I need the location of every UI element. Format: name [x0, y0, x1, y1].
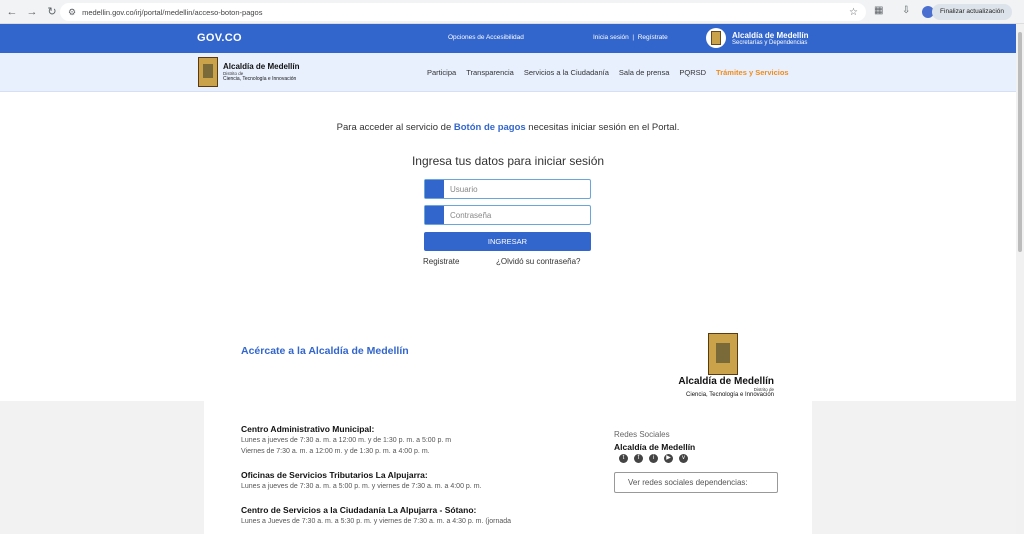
cam-line2: Viernes de 7:30 a. m. a 12:00 m. y de 1:…	[241, 448, 430, 455]
crest-icon	[198, 57, 218, 87]
reload-icon[interactable]: ↻	[44, 5, 60, 18]
footer-logo-name: Alcaldía de Medellín	[678, 376, 774, 387]
org-name: Alcaldía de Medellín	[732, 30, 809, 40]
scrollbar[interactable]	[1016, 24, 1024, 534]
menu-tramites[interactable]: Trámites y Servicios	[716, 68, 789, 77]
vimeo-icon[interactable]: v	[679, 454, 688, 463]
footer-logo-line3: Ciencia, Tecnología e Innovación	[686, 392, 774, 398]
intro-text: Para acceder al servicio de Botón de pag…	[0, 122, 1016, 133]
accessibility-link[interactable]: Opciones de Accesibilidad	[448, 34, 524, 41]
forward-icon[interactable]: →	[24, 6, 40, 18]
username-input[interactable]	[450, 184, 580, 194]
intro-after: necesitas iniciar sesión en el Portal.	[525, 122, 680, 133]
social-icons: t f i ▶ v	[619, 454, 688, 463]
servicios-line1: Lunes a Jueves de 7:30 a. m. a 5:30 p. m…	[241, 518, 512, 525]
browser-toolbar: ← → ↻ ⚙ medellin.gov.co/irj/portal/medel…	[0, 0, 1024, 24]
login-links: Inicia sesión | Regístrate	[593, 34, 668, 41]
form-title: Ingresa tus datos para iniciar sesión	[411, 154, 605, 168]
url-text: medellin.gov.co/irj/portal/medellin/acce…	[82, 7, 263, 17]
youtube-icon[interactable]: ▶	[664, 454, 673, 463]
menu-pqrsd[interactable]: PQRSD	[679, 68, 706, 77]
menu-transparencia[interactable]: Transparencia	[466, 68, 514, 77]
site-info-icon[interactable]: ⚙	[68, 7, 76, 18]
main-nav: Alcaldía de Medellín Distrito de Ciencia…	[0, 53, 1016, 92]
password-input[interactable]	[450, 210, 580, 220]
password-field	[424, 205, 591, 225]
crest-logo-icon	[708, 333, 738, 375]
login-button[interactable]: INGRESAR	[424, 232, 591, 251]
update-button[interactable]: Finalizar actualización	[932, 4, 1012, 20]
menu-servicios[interactable]: Servicios a la Ciudadanía	[524, 68, 609, 77]
intro-before: Para acceder al servicio de	[336, 122, 454, 133]
scroll-thumb[interactable]	[1018, 32, 1022, 252]
login-link[interactable]: Inicia sesión	[593, 34, 629, 41]
social-org: Alcaldía de Medellín	[614, 442, 696, 452]
intro-link[interactable]: Botón de pagos	[454, 122, 526, 133]
tributarios-heading: Oficinas de Servicios Tributarios La Alp…	[241, 470, 428, 480]
govco-logo[interactable]: GOV.CO	[197, 32, 242, 44]
org-sub: Secretarías y Dependencias	[732, 39, 808, 46]
twitter-icon[interactable]: t	[619, 454, 628, 463]
address-bar[interactable]: ⚙ medellin.gov.co/irj/portal/medellin/ac…	[60, 3, 866, 21]
logo-line3: Ciencia, Tecnología e Innovación	[223, 76, 297, 82]
social-title: Redes Sociales	[614, 430, 670, 439]
download-icon[interactable]: ⇩	[902, 5, 910, 16]
bookmark-star-icon[interactable]: ☆	[849, 7, 858, 18]
forgot-password-link[interactable]: ¿Olvidó su contraseña?	[496, 257, 581, 266]
crest-icon	[706, 28, 726, 48]
lock-icon	[425, 206, 444, 224]
separator: |	[632, 34, 635, 41]
cam-heading: Centro Administrativo Municipal:	[241, 424, 375, 434]
register-link[interactable]: Regístrate	[638, 34, 668, 41]
footer-logo: Alcaldía de Medellín Distrito de Ciencia…	[674, 376, 774, 398]
username-field	[424, 179, 591, 199]
approach-title: Acércate a la Alcaldía de Medellín	[241, 345, 409, 357]
gov-bar: GOV.CO Opciones de Accesibilidad Inicia …	[0, 24, 1016, 53]
site-logo[interactable]: Alcaldía de Medellín Distrito de Ciencia…	[198, 57, 299, 87]
servicios-heading: Centro de Servicios a la Ciudadanía La A…	[241, 505, 477, 515]
org-selector[interactable]: Alcaldía de Medellín Secretarías y Depen…	[706, 28, 808, 48]
user-icon	[425, 180, 444, 198]
menu: Participa Transparencia Servicios a la C…	[427, 68, 789, 77]
social-dropdown[interactable]: Ver redes sociales dependencias:	[614, 472, 778, 493]
facebook-icon[interactable]: f	[634, 454, 643, 463]
instagram-icon[interactable]: i	[649, 454, 658, 463]
cam-line1: Lunes a jueves de 7:30 a. m. a 12:00 m. …	[241, 437, 452, 444]
tributarios-line1: Lunes a jueves de 7:30 a. m. a 5:00 p. m…	[241, 483, 482, 490]
menu-sala-prensa[interactable]: Sala de prensa	[619, 68, 669, 77]
register-link-form[interactable]: Registrate	[423, 257, 459, 266]
extensions-icon[interactable]: ▦	[874, 5, 883, 16]
logo-name: Alcaldía de Medellín	[223, 62, 300, 71]
back-icon[interactable]: ←	[4, 6, 20, 18]
menu-participa[interactable]: Participa	[427, 68, 456, 77]
